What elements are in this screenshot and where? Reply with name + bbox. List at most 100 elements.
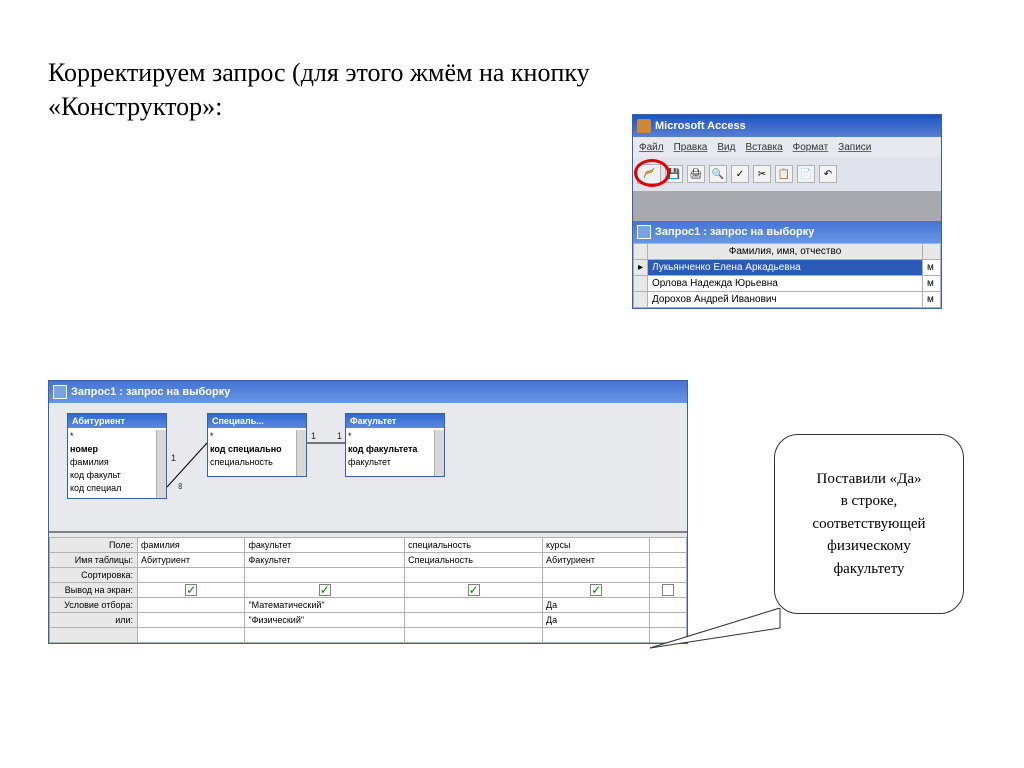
- query-datasheet-window: Запрос1 : запрос на выборку Фамилия, имя…: [633, 221, 941, 308]
- table-row[interactable]: Дорохов Андрей Иванович м: [634, 292, 941, 308]
- grid-label-or: или:: [50, 613, 138, 628]
- menu-format[interactable]: Формат: [793, 142, 829, 153]
- field-item[interactable]: код специально: [210, 443, 304, 456]
- show-checkbox[interactable]: ✓: [650, 583, 687, 598]
- grid-cell[interactable]: [405, 568, 543, 583]
- datasheet-table[interactable]: Фамилия, имя, отчество ▸ Лукьянченко Еле…: [633, 243, 941, 308]
- grid-cell[interactable]: Абитуриент: [543, 553, 650, 568]
- show-checkbox[interactable]: ✓: [245, 583, 405, 598]
- mdi-background: [633, 191, 941, 221]
- access-key-icon: [637, 119, 651, 133]
- menu-view[interactable]: Вид: [717, 142, 735, 153]
- grid-cell[interactable]: фамилия: [138, 538, 245, 553]
- scrollbar[interactable]: [156, 430, 166, 498]
- grid-cell[interactable]: [543, 568, 650, 583]
- field-item[interactable]: фамилия: [70, 456, 164, 469]
- field-item[interactable]: факультет: [348, 456, 442, 469]
- table-row[interactable]: Орлова Надежда Юрьевна м: [634, 276, 941, 292]
- copy-button[interactable]: 📋: [775, 165, 793, 183]
- spell-button[interactable]: ✓: [731, 165, 749, 183]
- cell[interactable]: м: [923, 276, 941, 292]
- cell[interactable]: Дорохов Андрей Иванович: [648, 292, 923, 308]
- cut-button[interactable]: ✂: [753, 165, 771, 183]
- field-item[interactable]: *: [70, 430, 164, 443]
- field-list-abiturient[interactable]: Абитуриент * номер фамилия код факульт к…: [67, 413, 167, 499]
- menu-records[interactable]: Записи: [838, 142, 871, 153]
- grid-cell[interactable]: курсы: [543, 538, 650, 553]
- grid-cell[interactable]: [650, 553, 687, 568]
- show-checkbox[interactable]: ✓: [405, 583, 543, 598]
- print-button[interactable]: 🖨: [687, 165, 705, 183]
- menu-file[interactable]: Файл: [639, 142, 664, 153]
- grid-cell[interactable]: [138, 613, 245, 628]
- row-marker-current[interactable]: ▸: [634, 260, 648, 276]
- grid-cell[interactable]: факультет: [245, 538, 405, 553]
- grid-cell[interactable]: Абитуриент: [138, 553, 245, 568]
- grid-cell[interactable]: Да: [543, 613, 650, 628]
- field-item[interactable]: код факульт: [70, 469, 164, 482]
- relation-label-inf: ∞: [175, 483, 185, 489]
- field-item[interactable]: специальность: [210, 456, 304, 469]
- grid-cell[interactable]: [543, 628, 650, 643]
- datasheet-title: Запрос1 : запрос на выборку: [655, 226, 814, 238]
- grid-cell[interactable]: [138, 568, 245, 583]
- cell[interactable]: Орлова Надежда Юрьевна: [648, 276, 923, 292]
- menu-bar[interactable]: Файл Правка Вид Вставка Формат Записи: [633, 137, 941, 157]
- show-checkbox[interactable]: ✓: [138, 583, 245, 598]
- cell[interactable]: м: [923, 260, 941, 276]
- callout-bubble: Поставили «Да»в строке, соответствующей …: [774, 434, 964, 614]
- field-list-title[interactable]: Факультет: [346, 414, 444, 428]
- field-list-faculty[interactable]: Факультет * код факультета факультет: [345, 413, 445, 477]
- preview-button[interactable]: 🔍: [709, 165, 727, 183]
- table-pane[interactable]: Абитуриент * номер фамилия код факульт к…: [49, 403, 687, 533]
- grid-label-sort: Сортировка:: [50, 568, 138, 583]
- grid-cell[interactable]: Факультет: [245, 553, 405, 568]
- grid-cell[interactable]: [138, 628, 245, 643]
- grid-cell[interactable]: "Физический": [245, 613, 405, 628]
- row-marker[interactable]: [634, 292, 648, 308]
- paste-button[interactable]: 📄: [797, 165, 815, 183]
- menu-edit[interactable]: Правка: [674, 142, 708, 153]
- grid-cell[interactable]: [650, 568, 687, 583]
- field-item[interactable]: код специал: [70, 482, 164, 495]
- row-marker[interactable]: [634, 276, 648, 292]
- grid-cell[interactable]: [405, 613, 543, 628]
- field-list-title[interactable]: Абитуриент: [68, 414, 166, 428]
- grid-label-field: Поле:: [50, 538, 138, 553]
- grid-cell[interactable]: [650, 538, 687, 553]
- app-title: Microsoft Access: [655, 120, 746, 132]
- scrollbar[interactable]: [434, 430, 444, 476]
- save-button[interactable]: 💾: [665, 165, 683, 183]
- col-header-fio[interactable]: Фамилия, имя, отчество: [648, 244, 923, 260]
- undo-button[interactable]: ↶: [819, 165, 837, 183]
- menu-insert[interactable]: Вставка: [745, 142, 782, 153]
- toolbar: 💾 🖨 🔍 ✓ ✂ 📋 📄 ↶: [633, 157, 941, 191]
- qbe-grid[interactable]: Поле: фамилия факультет специальность ку…: [49, 537, 687, 643]
- field-item[interactable]: код факультета: [348, 443, 442, 456]
- grid-cell[interactable]: "Математический": [245, 598, 405, 613]
- show-checkbox[interactable]: ✓: [543, 583, 650, 598]
- grid-cell[interactable]: Специальность: [405, 553, 543, 568]
- query-designer-window: Запрос1 : запрос на выборку Абитуриент *…: [48, 380, 688, 644]
- grid-cell[interactable]: [245, 568, 405, 583]
- cell[interactable]: м: [923, 292, 941, 308]
- table-row[interactable]: ▸ Лукьянченко Елена Аркадьевна м: [634, 260, 941, 276]
- scrollbar[interactable]: [296, 430, 306, 476]
- callout-pointer-icon: [650, 608, 800, 658]
- grid-cell[interactable]: [245, 628, 405, 643]
- field-item[interactable]: номер: [70, 443, 164, 456]
- col-header-next[interactable]: [923, 244, 941, 260]
- field-item[interactable]: *: [348, 430, 442, 443]
- relation-label-1: 1: [311, 431, 316, 441]
- cell-selected[interactable]: Лукьянченко Елена Аркадьевна: [648, 260, 923, 276]
- grid-cell[interactable]: [405, 598, 543, 613]
- designer-title: Запрос1 : запрос на выборку: [71, 386, 230, 398]
- design-view-button[interactable]: [637, 164, 661, 184]
- grid-cell[interactable]: [405, 628, 543, 643]
- field-list-specialty[interactable]: Специаль... * код специально специальнос…: [207, 413, 307, 477]
- grid-cell[interactable]: специальность: [405, 538, 543, 553]
- grid-cell[interactable]: Да: [543, 598, 650, 613]
- field-item[interactable]: *: [210, 430, 304, 443]
- grid-cell[interactable]: [138, 598, 245, 613]
- field-list-title[interactable]: Специаль...: [208, 414, 306, 428]
